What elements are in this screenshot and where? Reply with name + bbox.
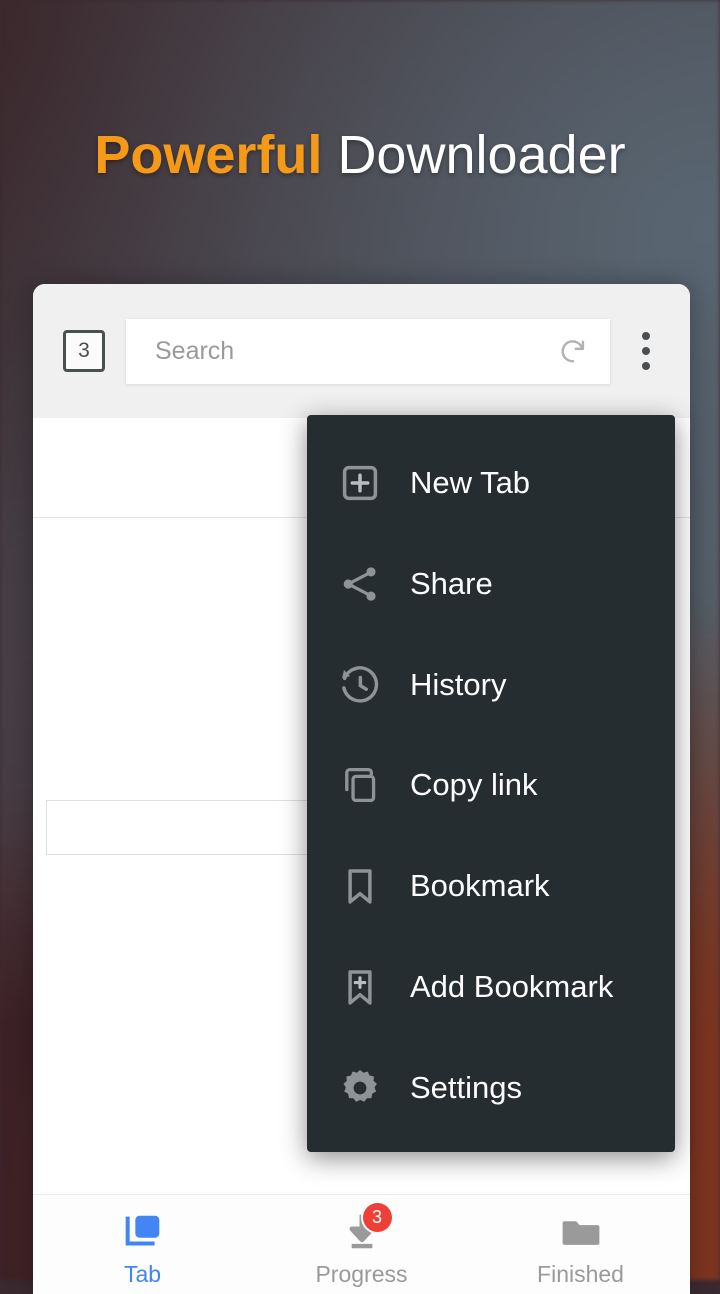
menu-item-label: Settings xyxy=(410,1069,523,1105)
share-icon xyxy=(343,567,376,601)
menu-item-settings[interactable]: Settings xyxy=(307,1042,675,1134)
kebab-menu-icon[interactable] xyxy=(610,284,682,418)
tab-count-button[interactable]: 3 xyxy=(63,330,105,372)
menu-item-label: Copy link xyxy=(410,767,538,803)
new-tab-icon xyxy=(342,465,378,501)
menu-item-share[interactable]: Share xyxy=(307,538,675,630)
page-title-plain: Downloader xyxy=(337,125,626,185)
menu-item-bookmark[interactable]: Bookmark xyxy=(307,840,675,932)
menu-item-copy-link[interactable]: Copy link xyxy=(307,739,675,831)
kebab-dot xyxy=(642,332,650,340)
history-clock-icon xyxy=(342,665,379,703)
search-placeholder: Search xyxy=(155,336,235,365)
menu-item-label: Add Bookmark xyxy=(410,969,614,1005)
menu-item-label: Share xyxy=(410,565,493,601)
folder-icon xyxy=(557,1209,605,1255)
nav-item-finished[interactable]: Finished xyxy=(471,1195,690,1294)
download-arrow-icon: 3 xyxy=(338,1203,392,1255)
kebab-dot xyxy=(642,362,650,370)
nav-label-finished: Finished xyxy=(537,1261,624,1287)
tab-count-label: 3 xyxy=(78,339,90,362)
browser-toolbar: 3 Search xyxy=(33,284,690,418)
nav-label-progress: Progress xyxy=(315,1261,408,1287)
menu-item-label: Bookmark xyxy=(410,868,550,904)
nav-label-tab: Tab xyxy=(123,1261,162,1287)
bookmark-add-icon xyxy=(348,970,372,1005)
gear-icon xyxy=(343,1070,377,1102)
nav-item-progress[interactable]: 3 Progress xyxy=(252,1195,471,1294)
menu-item-label: New Tab xyxy=(410,465,531,500)
refresh-icon[interactable] xyxy=(556,334,590,368)
search-input[interactable]: Search xyxy=(126,318,610,384)
menu-item-add-bookmark[interactable]: Add Bookmark xyxy=(307,941,675,1033)
overflow-menu: New Tab Share History Copy link Bookmark… xyxy=(307,415,675,1152)
menu-item-label: History xyxy=(410,666,507,702)
tabs-stack-icon xyxy=(119,1209,167,1255)
kebab-dot xyxy=(642,347,650,355)
copy-icon xyxy=(345,768,376,803)
bookmark-icon xyxy=(348,869,372,905)
bottom-navigation-bar: Tab 3 Progress Finished xyxy=(33,1194,690,1294)
page-title-accent: Powerful xyxy=(94,125,323,185)
status-badge: 3 xyxy=(362,1203,392,1232)
nav-item-tab[interactable]: Tab xyxy=(33,1195,252,1294)
menu-item-history[interactable]: History xyxy=(307,639,675,731)
page-title: Powerful Downloader xyxy=(0,124,720,186)
menu-item-new-tab[interactable]: New Tab xyxy=(307,437,675,529)
